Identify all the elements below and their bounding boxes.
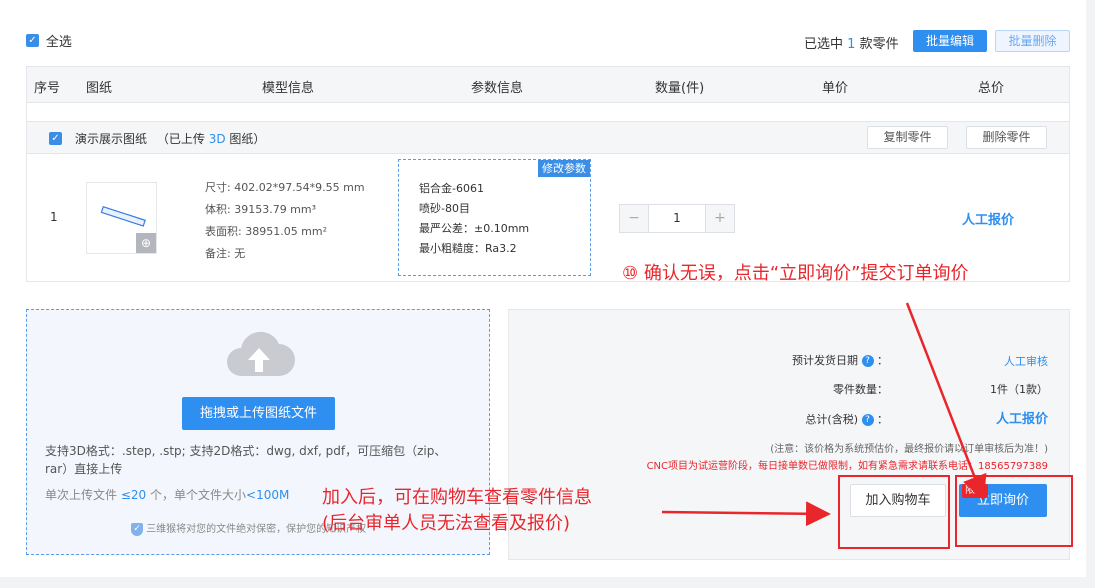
annotation-arrows xyxy=(661,302,987,527)
arrow-to-cart xyxy=(661,501,831,527)
arrow-to-inquire xyxy=(905,302,987,501)
cart-panel: ✓ 全选 已选中 1 款零件 批量编辑 批量删除 序号 图纸 模型信息 参数信息… xyxy=(0,0,1086,577)
